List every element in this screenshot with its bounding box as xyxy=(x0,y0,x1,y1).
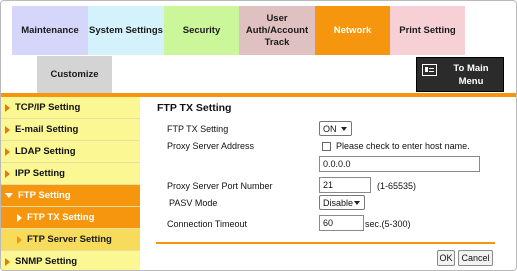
main-menu-icon xyxy=(422,64,437,76)
sidebar-item-label: FTP Setting xyxy=(18,190,71,201)
pasv-mode-value: Disable xyxy=(323,197,354,208)
proxy-port-value: 21 xyxy=(323,180,334,190)
tab-maintenance[interactable]: Maintenance xyxy=(12,6,88,55)
cancel-button-label: Cancel xyxy=(461,253,490,263)
host-name-checkbox-label: Please check to enter host name. xyxy=(336,141,470,151)
host-name-checkbox[interactable] xyxy=(322,142,331,151)
tab-network-label: Network xyxy=(333,24,372,36)
proxy-address-input[interactable]: 0.0.0.0 xyxy=(319,156,480,172)
ftp-tx-label: FTP TX Setting xyxy=(167,124,229,134)
connection-timeout-label: Connection Timeout xyxy=(167,219,248,229)
sidebar-item-ipp[interactable]: IPP Setting xyxy=(1,163,140,185)
ftp-tx-select[interactable]: ON xyxy=(319,121,352,136)
tab-network[interactable]: Network xyxy=(315,6,390,55)
tab-system-settings-label: System Settings xyxy=(89,24,163,36)
sidebar-item-label: FTP TX Setting xyxy=(27,212,95,223)
ok-button-label: OK xyxy=(439,253,453,263)
tab-user-auth-line2: Auth/Account xyxy=(245,24,309,36)
page-title: FTP TX Setting xyxy=(157,102,232,114)
ok-button[interactable]: OK xyxy=(437,250,455,266)
sidebar-item-ftp-server[interactable]: FTP Server Setting xyxy=(1,229,140,251)
tab-user-auth-line1: User xyxy=(266,12,288,24)
sidebar-item-label: LDAP Setting xyxy=(15,146,76,157)
browser-frame: Maintenance System Settings Security Use… xyxy=(0,0,517,271)
tab-security-label: Security xyxy=(182,24,221,36)
tab-security[interactable]: Security xyxy=(164,6,239,55)
cancel-button[interactable]: Cancel xyxy=(458,250,493,266)
sidebar-item-ftp[interactable]: FTP Setting xyxy=(1,185,140,207)
proxy-port-range: (1-65535) xyxy=(377,181,417,191)
proxy-port-label: Proxy Server Port Number xyxy=(167,181,273,191)
arrow-right-icon xyxy=(5,257,10,266)
arrow-right-icon xyxy=(5,147,10,156)
sidebar-item-ldap[interactable]: LDAP Setting xyxy=(1,141,140,163)
sidebar-item-label: E-mail Setting xyxy=(15,124,79,135)
arrow-right-icon xyxy=(5,103,10,112)
tab-user-auth-label: User Auth/Account Track xyxy=(246,13,308,49)
tab-user-auth-line3: Track xyxy=(264,36,290,48)
sidebar-item-snmp[interactable]: SNMP Setting xyxy=(1,251,140,270)
sidebar-item-label: SNMP Setting xyxy=(15,256,78,267)
chevron-down-icon xyxy=(341,127,347,131)
tab-user-auth-account-track[interactable]: User Auth/Account Track xyxy=(239,6,315,55)
pasv-mode-label: PASV Mode xyxy=(169,198,218,208)
pasv-mode-select[interactable]: Disable xyxy=(319,195,365,210)
sidebar: TCP/IP Setting E-mail Setting LDAP Setti… xyxy=(1,97,140,270)
sidebar-item-label: IPP Setting xyxy=(15,168,65,179)
arrow-down-icon xyxy=(5,193,13,198)
sidebar-item-ftp-tx[interactable]: FTP TX Setting xyxy=(1,207,140,229)
proxy-address-value: 0.0.0.0 xyxy=(323,159,351,169)
sidebar-item-tcpip[interactable]: TCP/IP Setting xyxy=(1,97,140,119)
tab-maintenance-label: Maintenance xyxy=(21,24,79,36)
tab-customize[interactable]: Customize xyxy=(37,56,112,93)
arrow-right-icon xyxy=(5,169,10,178)
ftp-tx-select-value: ON xyxy=(323,123,337,134)
sidebar-item-label: TCP/IP Setting xyxy=(15,102,81,113)
form-divider xyxy=(156,242,495,244)
sidebar-item-email[interactable]: E-mail Setting xyxy=(1,119,140,141)
proxy-port-input[interactable]: 21 xyxy=(319,177,371,193)
connection-timeout-input[interactable]: 60 xyxy=(319,215,364,231)
to-main-menu-button[interactable]: To Main Menu xyxy=(416,57,504,92)
proxy-address-label: Proxy Server Address xyxy=(167,141,255,151)
main-menu-label-line1: To Main xyxy=(453,63,489,74)
tab-print-setting-label: Print Setting xyxy=(399,24,456,36)
connection-timeout-value: 60 xyxy=(323,218,334,228)
sidebar-item-label: FTP Server Setting xyxy=(27,234,112,245)
tab-print-setting[interactable]: Print Setting xyxy=(390,6,465,55)
arrow-right-icon xyxy=(17,213,22,222)
tab-customize-label: Customize xyxy=(50,68,99,80)
arrow-right-icon xyxy=(17,235,22,244)
arrow-right-icon xyxy=(5,125,10,134)
connection-timeout-unit: sec.(5-300) xyxy=(365,219,411,229)
tab-system-settings[interactable]: System Settings xyxy=(88,6,164,55)
chevron-down-icon xyxy=(354,201,360,205)
main-menu-label-line2: Menu xyxy=(458,76,484,87)
